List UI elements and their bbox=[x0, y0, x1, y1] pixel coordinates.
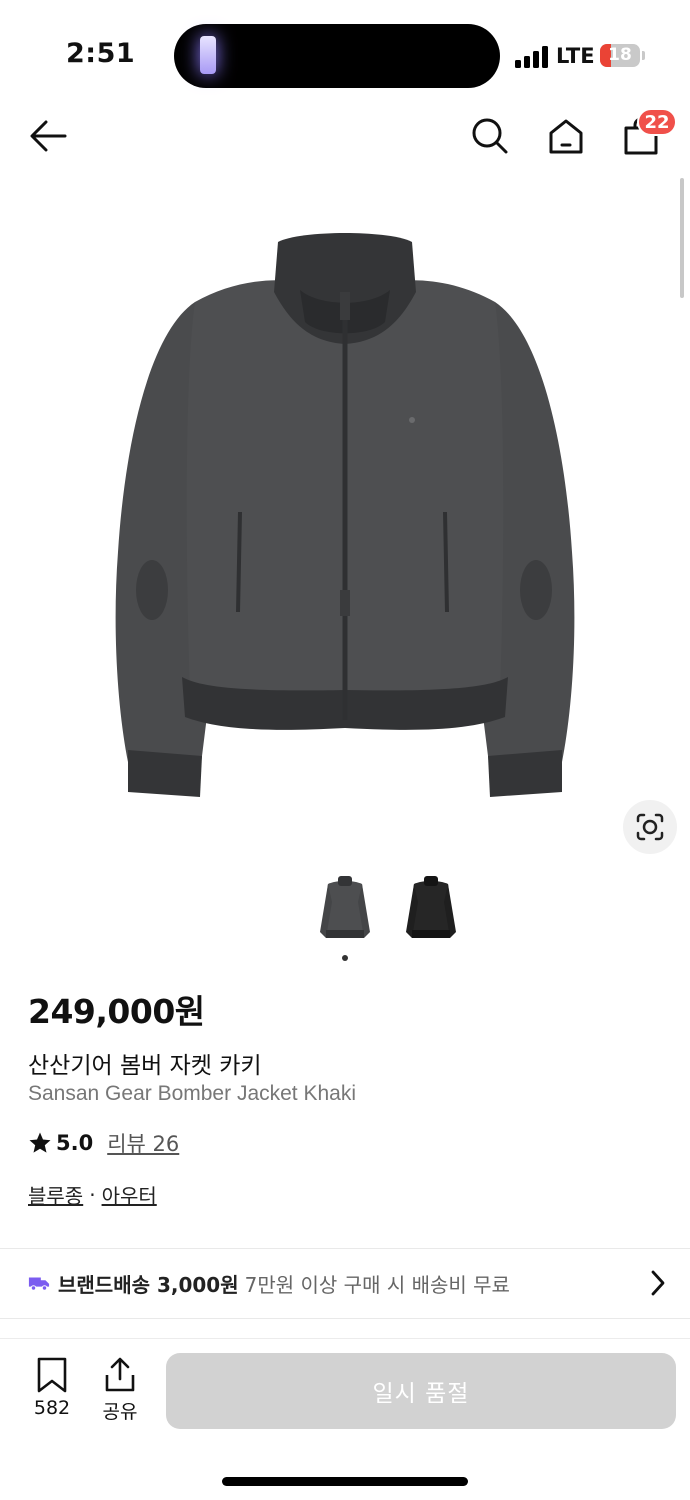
bookmark-icon bbox=[37, 1357, 67, 1393]
review-link[interactable]: 리뷰 26 bbox=[107, 1128, 179, 1158]
status-bar: 2:51 LTE 18 bbox=[0, 0, 690, 110]
thumbnail-khaki[interactable] bbox=[314, 872, 376, 948]
search-button[interactable] bbox=[466, 112, 514, 160]
home-button[interactable] bbox=[542, 112, 590, 160]
share-label: 공유 bbox=[102, 1401, 138, 1423]
category-breadcrumb: 블루종 · 아우터 bbox=[28, 1180, 157, 1209]
shipping-note: 7만원 이상 구매 시 배송비 무료 bbox=[244, 1272, 510, 1297]
flashlight-icon bbox=[200, 36, 216, 74]
search-icon bbox=[472, 118, 508, 154]
product-image[interactable] bbox=[0, 172, 690, 862]
divider bbox=[0, 1318, 690, 1319]
jacket-thumbnail-icon bbox=[406, 876, 456, 938]
chevron-right-icon bbox=[651, 1270, 665, 1296]
home-icon bbox=[549, 119, 583, 154]
cart-count-badge: 22 bbox=[637, 108, 677, 136]
home-indicator bbox=[222, 1477, 468, 1486]
star-icon bbox=[29, 1132, 51, 1153]
network-label: LTE bbox=[556, 44, 595, 68]
product-name-korean: 산산기어 봄버 자켓 카키 bbox=[28, 1053, 262, 1079]
category-link-blouson[interactable]: 블루종 bbox=[28, 1180, 83, 1209]
share-button[interactable]: 공유 bbox=[90, 1357, 150, 1424]
scroll-indicator bbox=[680, 178, 684, 298]
shipping-info-row[interactable]: 브랜드배송 3,000원 7만원 이상 구매 시 배송비 무료 bbox=[0, 1249, 690, 1317]
bookmark-count: 582 bbox=[33, 1397, 71, 1419]
signal-icon bbox=[515, 46, 549, 68]
shipping-label: 브랜드배송 3,000원 bbox=[58, 1272, 239, 1297]
category-link-outer[interactable]: 아우터 bbox=[102, 1180, 157, 1209]
battery-cap bbox=[642, 51, 645, 60]
carousel-dot bbox=[342, 955, 348, 961]
lens-icon bbox=[636, 813, 664, 841]
dynamic-island bbox=[174, 24, 500, 88]
product-name-english: Sansan Gear Bomber Jacket Khaki bbox=[28, 1082, 357, 1105]
back-arrow-icon bbox=[30, 120, 67, 152]
bookmark-button[interactable]: 582 bbox=[22, 1357, 82, 1419]
sold-out-button[interactable]: 일시 품절 bbox=[166, 1353, 676, 1429]
rating-score: 5.0 bbox=[56, 1131, 94, 1155]
rating-row: 5.0 리뷰 26 bbox=[28, 1128, 179, 1158]
bottom-action-bar: 582 공유 일시 품절 bbox=[0, 1338, 690, 1500]
status-time: 2:51 bbox=[66, 38, 136, 69]
jacket-thumbnail-icon bbox=[320, 876, 370, 938]
category-separator: · bbox=[89, 1182, 96, 1207]
battery-level: 18 bbox=[608, 45, 632, 65]
back-button[interactable] bbox=[24, 112, 72, 160]
jacket-image bbox=[115, 233, 575, 797]
visual-search-button[interactable] bbox=[623, 800, 677, 854]
truck-icon bbox=[28, 1277, 50, 1291]
battery-icon: 18 bbox=[600, 44, 640, 67]
product-price: 249,000원 bbox=[28, 992, 205, 1031]
thumbnail-black[interactable] bbox=[400, 872, 462, 948]
share-icon bbox=[105, 1357, 135, 1392]
